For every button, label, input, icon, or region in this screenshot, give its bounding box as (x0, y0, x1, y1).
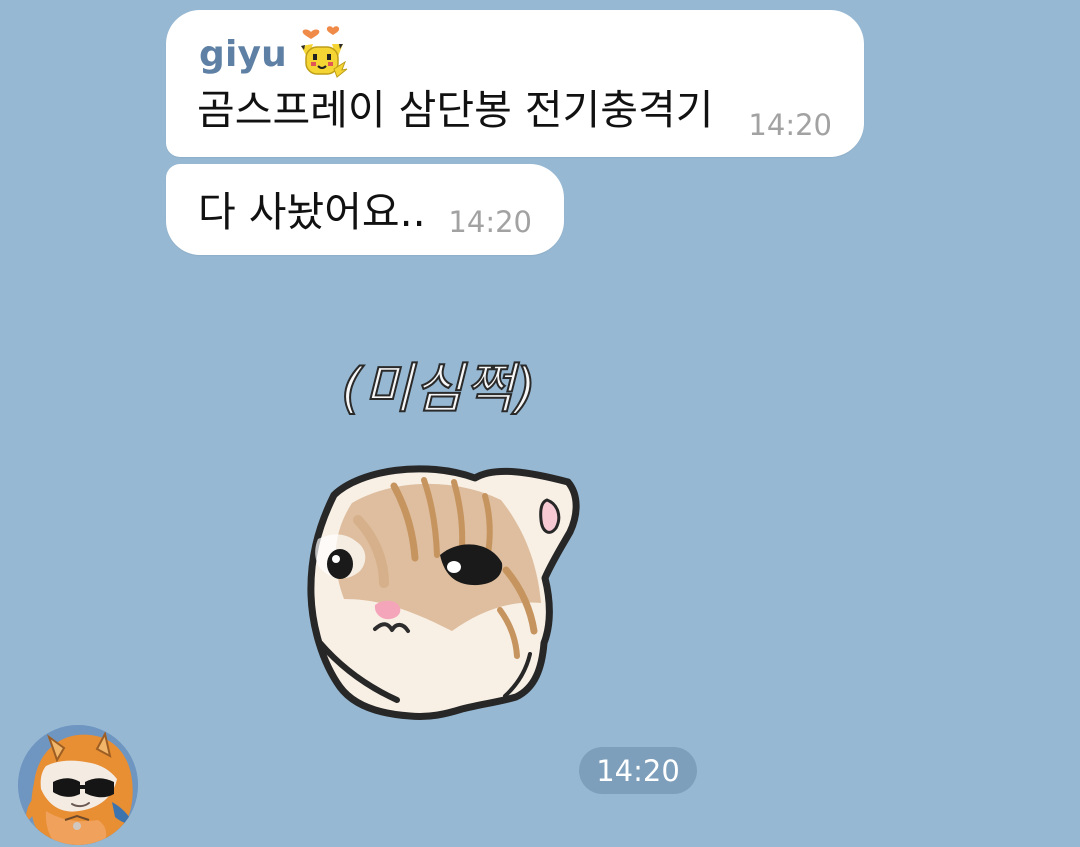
message-bubble[interactable]: giyu 곰스프레이 삼단봉 전기충격기 14:20 (166, 10, 864, 157)
message-text: 곰스프레이 삼단봉 전기충격기 (197, 86, 714, 134)
sender-row: giyu (199, 26, 351, 80)
profile-avatar[interactable] (18, 725, 138, 845)
message-bubble[interactable]: 다 사놨어요.. 14:20 (166, 164, 564, 255)
sticker-message[interactable]: (미심쩍) (300, 357, 590, 734)
message-timestamp: 14:20 (448, 205, 532, 239)
sender-name[interactable]: giyu (199, 37, 287, 73)
sticker-timestamp: 14:20 (579, 747, 697, 794)
sticker-caption: (미심쩍) (340, 357, 538, 420)
message-timestamp: 14:20 (748, 108, 832, 142)
chat-room: giyu 곰스프레이 삼단봉 전기충격기 14:20 다 사놨어요.. 14:2… (0, 0, 1080, 847)
charizard-hood-avatar-icon (18, 725, 138, 845)
message-text: 다 사놨어요.. (198, 188, 426, 236)
cat-sticker-icon (300, 460, 590, 734)
pikachu-badge-icon (293, 22, 351, 80)
